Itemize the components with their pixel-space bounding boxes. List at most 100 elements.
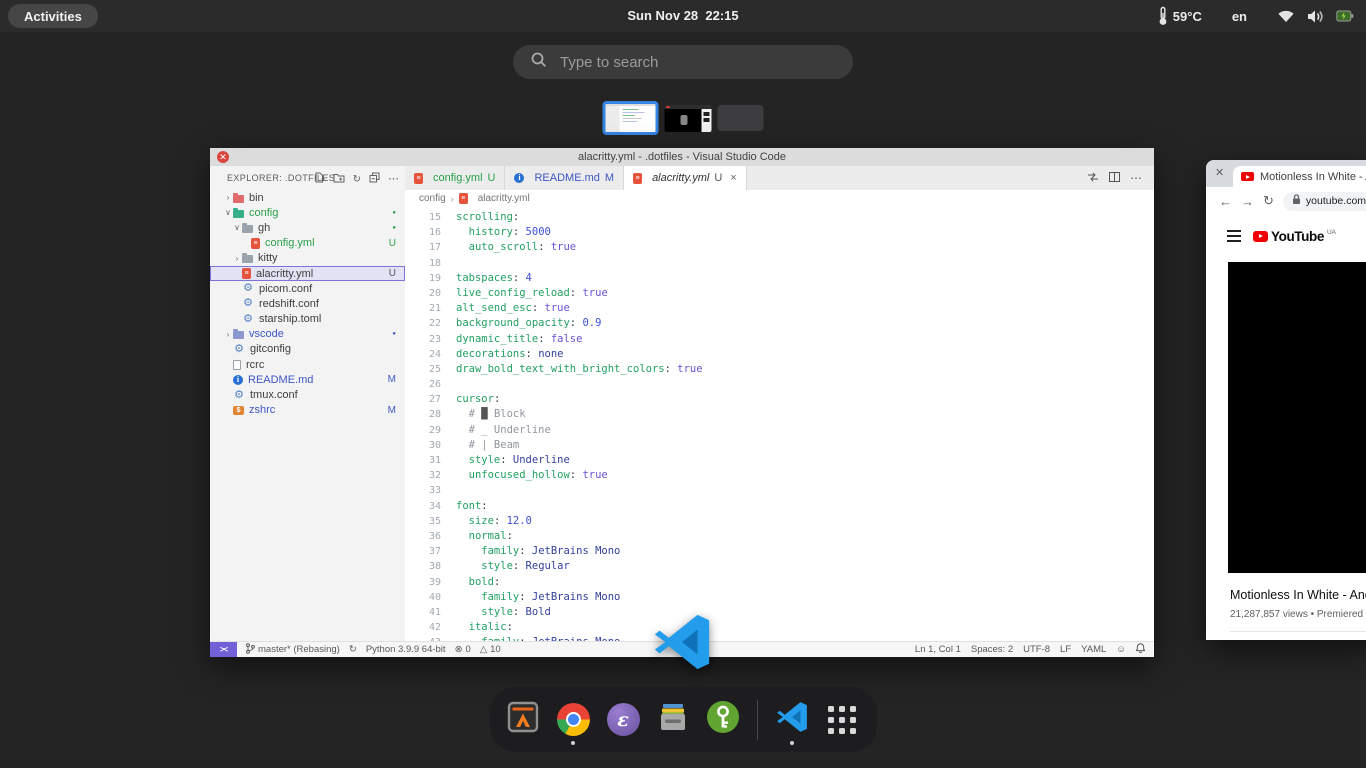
code-line[interactable]: 28 # █ Block (405, 407, 1153, 422)
status-item[interactable]: △10 (480, 644, 501, 655)
window-close-button[interactable]: ✕ (217, 151, 229, 163)
explorer-item-gh[interactable]: ∨gh● (210, 220, 405, 235)
explorer-item-config.yml[interactable]: config.ymlU (210, 236, 405, 251)
close-tab-icon[interactable]: × (730, 172, 736, 184)
new-file-icon[interactable] (314, 172, 325, 186)
explorer-item-picom.conf[interactable]: picom.conf (210, 281, 405, 296)
explorer-item-config[interactable]: ∨config● (210, 205, 405, 220)
more-actions-icon[interactable]: ⋯ (388, 175, 399, 183)
dock-alacritty[interactable] (505, 702, 541, 738)
tab-config.yml[interactable]: config.ymlU (405, 166, 505, 190)
bell-icon[interactable] (1136, 643, 1145, 656)
code-line[interactable]: 21alt_send_esc: true (405, 301, 1153, 316)
status-item[interactable]: Python 3.9.9 64-bit (366, 644, 446, 655)
code-line[interactable]: 19tabspaces: 4 (405, 271, 1153, 286)
status-item[interactable]: master* (Rebasing) (246, 643, 340, 657)
breadcrumb[interactable]: config › alacritty.yml (405, 190, 1154, 207)
address-bar[interactable]: youtube.com/wa (1283, 192, 1366, 211)
explorer-item-zshrc[interactable]: zshrcM (210, 403, 405, 418)
dock-chrome[interactable] (555, 702, 591, 738)
search-input[interactable]: Type to search (513, 45, 853, 79)
code-line[interactable]: 36 normal: (405, 529, 1153, 544)
keyboard-layout[interactable]: en (1232, 9, 1247, 24)
status-item[interactable]: Ln 1, Col 1 (915, 644, 961, 655)
code-line[interactable]: 31 style: Underline (405, 453, 1153, 468)
status-item[interactable]: LF (1060, 644, 1071, 655)
explorer-item-tmux.conf[interactable]: tmux.conf (210, 387, 405, 402)
dock-emacs[interactable]: ε (605, 702, 641, 738)
breadcrumb-file[interactable]: alacritty.yml (478, 193, 530, 204)
status-item[interactable] (1136, 643, 1145, 656)
dock-keepassxc[interactable] (705, 702, 741, 738)
chrome-close-icon[interactable]: ✕ (1215, 166, 1224, 179)
code-line[interactable]: 27cursor: (405, 392, 1153, 407)
system-tray[interactable]: 59°C en (1158, 0, 1354, 32)
explorer-item-gitconfig[interactable]: gitconfig (210, 342, 405, 357)
code-line[interactable]: 42 italic: (405, 620, 1153, 635)
explorer-item-alacritty.yml[interactable]: alacritty.ymlU (210, 266, 405, 281)
workspace-thumbnail-active[interactable] (603, 101, 659, 135)
open-changes-icon[interactable] (1087, 172, 1099, 185)
remote-indicator[interactable]: >< (210, 642, 237, 657)
tab-README.md[interactable]: README.mdM (505, 166, 624, 190)
workspace-thumbnail-3[interactable] (718, 105, 764, 131)
code-line[interactable]: 24decorations: none (405, 347, 1153, 362)
forward-icon[interactable]: → (1241, 194, 1254, 209)
code-line[interactable]: 32 unfocused_hollow: true (405, 468, 1153, 483)
code-line[interactable]: 15scrolling: (405, 210, 1153, 225)
new-folder-icon[interactable] (333, 173, 345, 186)
code-line[interactable]: 26 (405, 377, 1153, 392)
dock-app-grid[interactable] (824, 702, 860, 738)
code-line[interactable]: 30 # | Beam (405, 438, 1153, 453)
code-editor[interactable]: 15scrolling:16 history: 500017 auto_scro… (405, 207, 1153, 642)
code-line[interactable]: 29 # _ Underline (405, 423, 1153, 438)
code-line[interactable]: 34font: (405, 499, 1153, 514)
reload-icon[interactable]: ↻ (1263, 193, 1274, 209)
explorer-item-vscode[interactable]: ›vscode● (210, 327, 405, 342)
code-line[interactable]: 22background_opacity: 0.9 (405, 316, 1153, 331)
more-editor-actions-icon[interactable]: ⋯ (1130, 171, 1142, 185)
explorer-item-rcrc[interactable]: rcrc (210, 357, 405, 372)
code-line[interactable]: 35 size: 12.0 (405, 514, 1153, 529)
status-item[interactable]: ☺ (1116, 644, 1126, 655)
breadcrumb-folder[interactable]: config (419, 193, 446, 204)
code-line[interactable]: 16 history: 5000 (405, 225, 1153, 240)
vscode-window[interactable]: alacritty.yml - .dotfiles - Visual Studi… (210, 148, 1154, 657)
explorer-item-kitty[interactable]: ›kitty (210, 251, 405, 266)
clock[interactable]: Sun Nov 28 22:15 (627, 0, 738, 32)
explorer-item-redshift.conf[interactable]: redshift.conf (210, 296, 405, 311)
dock-vscode[interactable] (774, 702, 810, 738)
explorer-item-starship.toml[interactable]: starship.toml (210, 312, 405, 327)
youtube-logo[interactable]: YouTube UA (1253, 229, 1336, 244)
code-line[interactable]: 38 style: Regular (405, 559, 1153, 574)
status-item[interactable]: Spaces: 2 (971, 644, 1013, 655)
code-line[interactable]: 23dynamic_title: false (405, 332, 1153, 347)
explorer-item-README.md[interactable]: README.mdM (210, 372, 405, 387)
code-line[interactable]: 17 auto_scroll: true (405, 240, 1153, 255)
back-icon[interactable]: ← (1219, 194, 1232, 209)
split-editor-icon[interactable] (1109, 172, 1120, 185)
workspace-thumbnail-2[interactable] (665, 105, 712, 132)
status-item[interactable]: YAML (1081, 644, 1106, 655)
tab-alacritty.yml[interactable]: alacritty.ymlU× (624, 166, 747, 190)
activities-button[interactable]: Activities (8, 4, 98, 28)
code-line[interactable]: 18 (405, 256, 1153, 271)
chrome-active-tab[interactable]: Motionless In White - A (1233, 166, 1366, 187)
chrome-window[interactable]: ✕ Motionless In White - A ← → ↻ youtube.… (1206, 160, 1366, 640)
status-item[interactable]: ↻ (349, 644, 357, 655)
status-item[interactable]: UTF-8 (1023, 644, 1050, 655)
code-line[interactable]: 25draw_bold_text_with_bright_colors: tru… (405, 362, 1153, 377)
status-item[interactable]: ⊗0 (455, 644, 471, 655)
code-line[interactable]: 41 style: Bold (405, 605, 1153, 620)
code-line[interactable]: 20live_config_reload: true (405, 286, 1153, 301)
code-line[interactable]: 39 bold: (405, 575, 1153, 590)
collapse-folders-icon[interactable] (369, 172, 380, 186)
refresh-icon[interactable]: ↻ (353, 174, 361, 185)
hamburger-menu-icon[interactable] (1227, 235, 1241, 237)
explorer-item-bin[interactable]: ›bin (210, 190, 405, 205)
code-line[interactable]: 33 (405, 483, 1153, 498)
code-line[interactable]: 40 family: JetBrains Mono (405, 590, 1153, 605)
video-player[interactable] (1228, 262, 1366, 573)
dock-files[interactable] (655, 702, 691, 738)
code-line[interactable]: 37 family: JetBrains Mono (405, 544, 1153, 559)
